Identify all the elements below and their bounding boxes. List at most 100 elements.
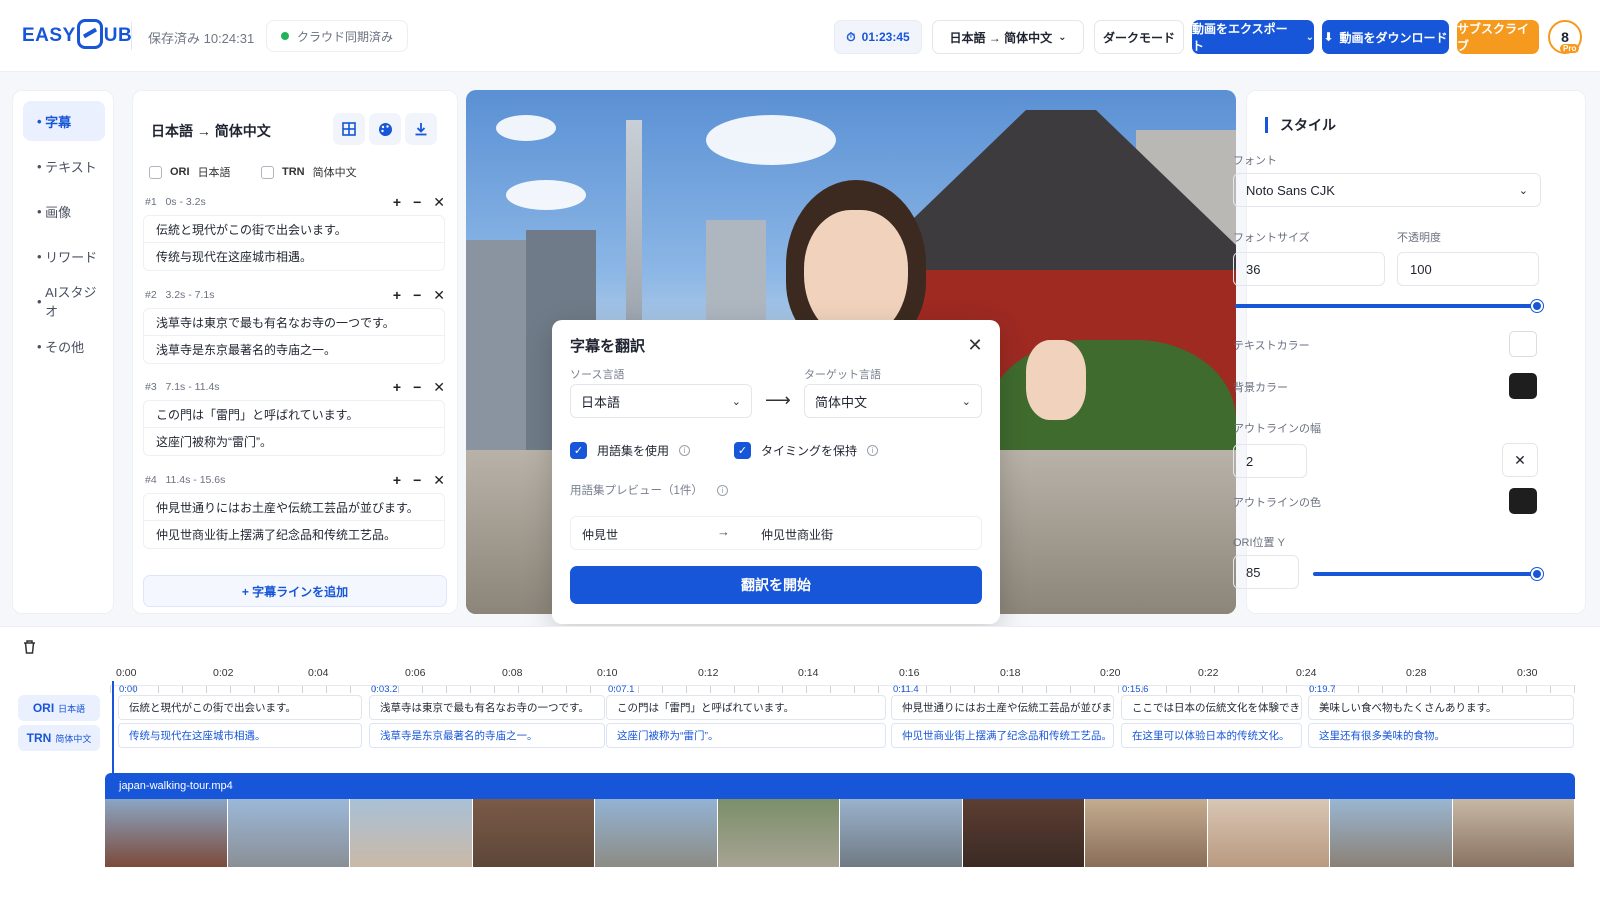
keep-timing-option[interactable]: ✓ タイミングを保持 i — [734, 442, 879, 459]
close-icon[interactable]: ✕ — [433, 194, 445, 211]
close-icon[interactable]: ✕ — [433, 379, 445, 396]
font-size-input[interactable]: 36 — [1233, 252, 1385, 286]
timeline-ruler[interactable] — [110, 685, 1576, 693]
nav-item-ai-studio[interactable]: • AIスタジオ — [23, 281, 105, 321]
outline-color-swatch[interactable] — [1509, 488, 1537, 514]
trn-toggle[interactable]: TRN 简体中文 — [261, 164, 357, 180]
info-icon[interactable]: i — [867, 445, 879, 456]
font-select[interactable]: Noto Sans CJK ⌄ — [1233, 173, 1541, 207]
text-color-label: テキストカラー — [1233, 340, 1310, 352]
video-thumbnail-strip[interactable] — [105, 799, 1575, 867]
nav-item-rewards[interactable]: • リワード — [23, 236, 105, 276]
language-pair-dropdown[interactable]: 日本語 → 简体中文 ⌄ — [932, 20, 1084, 54]
add-subtitle-line-button[interactable]: + 字幕ラインを追加 — [143, 575, 447, 607]
info-icon[interactable]: i — [679, 445, 691, 456]
plus-icon[interactable]: + — [393, 379, 401, 396]
subtitle-panel: 日本語 → 简体中文 ORI 日本語 TRN 简体中文 #1 0s - 3.2s + −… — [132, 90, 458, 614]
outline-width-input[interactable]: 2 — [1233, 444, 1307, 478]
ori-segment[interactable]: 美味しい食べ物もたくさんあります。 — [1308, 695, 1574, 720]
cue-trn-text[interactable]: 浅草寺是东京最著名的寺庙之一。 — [143, 336, 445, 364]
bg-color-swatch[interactable] — [1509, 373, 1537, 399]
opacity-slider-track[interactable] — [1235, 304, 1535, 308]
use-glossary-option[interactable]: ✓ 用語集を使用 i — [570, 442, 691, 459]
subtitle-panel-title: 日本語 → 简体中文 — [151, 123, 271, 139]
cue-ori-text[interactable]: 浅草寺は東京で最も有名なお寺の一つです。 — [143, 308, 445, 336]
cue-trn-text[interactable]: 传统与现代在这座城市相遇。 — [143, 243, 445, 271]
subscribe-button[interactable]: サブスクライブ — [1457, 20, 1539, 54]
plus-icon[interactable]: + — [393, 287, 401, 304]
ori-checkbox[interactable] — [149, 165, 162, 179]
app-logo[interactable]: EASY UB — [22, 19, 132, 52]
ori-segment[interactable]: この門は「雷門」と呼ばれています。 — [606, 695, 886, 720]
trn-checkbox[interactable] — [261, 165, 274, 179]
trn-segment[interactable]: 浅草寺是东京最著名的寺庙之一。 — [369, 723, 605, 748]
ori-track-badge[interactable]: ORI 日本語 — [18, 695, 100, 721]
logo-s-mark — [76, 19, 103, 49]
trn-track-badge[interactable]: TRN 简体中文 — [18, 725, 100, 751]
opacity-input[interactable]: 100 — [1397, 252, 1539, 286]
plus-icon[interactable]: + — [393, 472, 401, 489]
ori-toggle[interactable]: ORI 日本語 — [149, 164, 231, 180]
cue-trn-text[interactable]: 这座门被称为“雷门”。 — [143, 428, 445, 456]
opacity-slider-handle[interactable] — [1531, 300, 1543, 312]
ori-position-slider-track[interactable] — [1313, 572, 1535, 576]
time-tick: 0:16 — [899, 667, 920, 679]
cue-ori-text[interactable]: 仲見世通りにはお土産や伝統工芸品が並びます。 — [143, 493, 445, 521]
clear-outline-button[interactable]: ✕ — [1502, 443, 1538, 477]
ori-position-slider-handle[interactable] — [1531, 568, 1543, 580]
start-translation-button[interactable]: 翻訳を開始 — [570, 566, 982, 604]
info-icon[interactable]: i — [716, 484, 728, 496]
video-clip-bar[interactable]: japan-walking-tour.mp4 — [105, 773, 1575, 799]
dark-mode-button[interactable]: ダークモード — [1094, 20, 1184, 54]
ori-segment[interactable]: 伝統と現代がこの街で出会います。 — [118, 695, 362, 720]
video-thumbnail — [1330, 799, 1453, 867]
video-thumbnail — [1207, 799, 1330, 867]
sync-status: クラウド同期済み — [266, 20, 409, 52]
download-icon[interactable] — [405, 113, 437, 145]
export-video-button[interactable]: 動画をエクスポート ⌄ — [1192, 20, 1314, 54]
plus-icon[interactable]: + — [393, 194, 401, 211]
source-language-label: ソース言語 — [570, 369, 625, 381]
keep-timing-checkbox[interactable]: ✓ — [734, 442, 751, 459]
source-language-select[interactable]: 日本語 ⌄ — [570, 384, 752, 418]
time-tick: 0:14 — [798, 667, 819, 679]
close-icon[interactable]: ✕ — [433, 287, 445, 304]
cue-ori-text[interactable]: この門は「雷門」と呼ばれています。 — [143, 400, 445, 428]
nav-item-other[interactable]: • その他 — [23, 326, 105, 366]
ori-segment[interactable]: ここでは日本の伝統文化を体験できます。 — [1121, 695, 1302, 720]
palette-icon[interactable] — [369, 113, 401, 145]
timer-display[interactable]: ⏱ 01:23:45 — [834, 20, 922, 54]
cue-trn-text[interactable]: 仲见世商业街上摆满了纪念品和传统工艺品。 — [143, 521, 445, 549]
dialog-title: 字幕を翻訳 — [570, 338, 646, 355]
ori-segment[interactable]: 仲見世通りにはお土産や伝統工芸品が並びます。 — [891, 695, 1114, 720]
grid-icon[interactable] — [333, 113, 365, 145]
text-color-swatch[interactable] — [1509, 331, 1537, 357]
download-video-button[interactable]: ⬇ 動画をダウンロード — [1322, 20, 1449, 54]
nav-item-subtitles[interactable]: • 字幕 — [23, 101, 105, 141]
trn-segment[interactable]: 传统与现代在这座城市相遇。 — [118, 723, 362, 748]
ori-position-input[interactable]: 85 — [1233, 555, 1299, 589]
minus-icon[interactable]: − — [413, 379, 421, 396]
nav-item-image[interactable]: • 画像 — [23, 191, 105, 231]
use-glossary-checkbox[interactable]: ✓ — [570, 442, 587, 459]
minus-icon[interactable]: − — [413, 194, 421, 211]
segment-time: 0:03.2 — [371, 684, 398, 695]
close-icon[interactable]: ✕ — [433, 472, 445, 489]
cloud — [496, 115, 556, 141]
minus-icon[interactable]: − — [413, 472, 421, 489]
trn-segment[interactable]: 这座门被称为“雷门”。 — [606, 723, 886, 748]
ori-segment[interactable]: 浅草寺は東京で最も有名なお寺の一つです。 — [369, 695, 605, 720]
trn-segment[interactable]: 在这里可以体验日本的传统文化。 — [1121, 723, 1302, 748]
segment-time: 0:00 — [119, 684, 138, 695]
trn-segment[interactable]: 这里还有很多美味的食物。 — [1308, 723, 1574, 748]
time-tick: 0:00 — [116, 667, 137, 679]
chevron-down-icon: ⌄ — [1058, 31, 1067, 43]
nav-item-text[interactable]: • テキスト — [23, 146, 105, 186]
cue-ori-text[interactable]: 伝統と現代がこの街で出会います。 — [143, 215, 445, 243]
time-tick: 0:08 — [502, 667, 523, 679]
target-language-select[interactable]: 简体中文 ⌄ — [804, 384, 982, 418]
trash-icon[interactable] — [22, 639, 42, 659]
trn-segment[interactable]: 仲见世商业街上摆满了纪念品和传统工艺品。 — [891, 723, 1114, 748]
minus-icon[interactable]: − — [413, 287, 421, 304]
close-icon[interactable]: ✕ — [962, 332, 988, 358]
